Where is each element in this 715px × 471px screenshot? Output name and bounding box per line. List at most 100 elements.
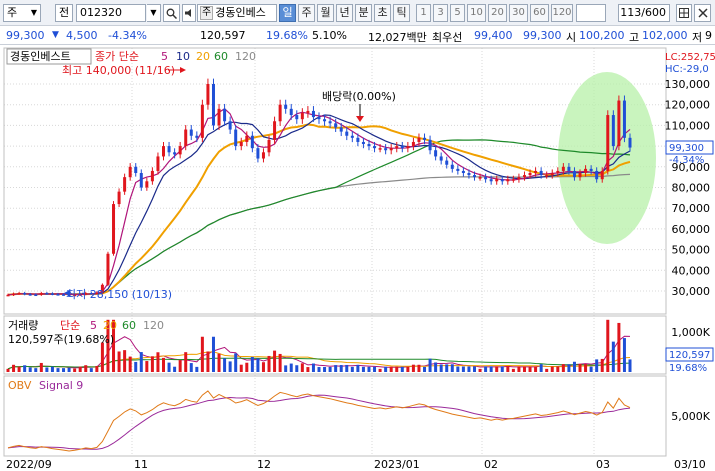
minute-custom-input[interactable] — [576, 4, 606, 22]
candle-body — [417, 137, 421, 142]
price-tick-label: 120,000 — [665, 99, 711, 112]
volume-bar — [584, 364, 588, 372]
minute-step-3[interactable]: 3 — [433, 4, 448, 22]
volume-bar — [50, 366, 54, 372]
candle-body — [561, 166, 565, 171]
stock-title: 경동인베스트 — [10, 50, 71, 63]
period-tab-second[interactable]: 초 — [374, 4, 391, 22]
candle-body — [139, 173, 143, 188]
search-button[interactable] — [163, 4, 180, 22]
candle-body — [134, 166, 138, 174]
minute-step-20[interactable]: 20 — [488, 4, 507, 22]
candle-body — [184, 129, 188, 147]
price-tick-label: 130,000 — [665, 78, 711, 91]
period-tab-month[interactable]: 월 — [317, 4, 334, 22]
stock-name-field[interactable]: 주 경동인베스 — [197, 4, 277, 22]
volume-bar — [295, 365, 299, 372]
volume-bar — [261, 362, 265, 372]
prev-button[interactable]: 전 — [55, 4, 73, 22]
code-dropdown-button[interactable]: ▼ — [147, 4, 161, 22]
volume-bar — [356, 364, 360, 372]
candle-body — [556, 170, 560, 174]
x-axis: 2022/09 11 12 2023/01 02 03 03/10 — [6, 458, 706, 471]
volume-bar — [473, 366, 476, 372]
volume-bar — [373, 366, 377, 372]
volume-bar — [528, 366, 532, 372]
volume-bar — [62, 368, 66, 372]
candle-body — [50, 293, 54, 295]
volume-bar — [434, 362, 438, 372]
candle-body — [550, 173, 554, 176]
volume-bar — [411, 364, 415, 372]
volume-bar — [345, 364, 349, 372]
ma-legend-20: 20 — [196, 50, 210, 63]
best-bid: 99,300 — [523, 29, 562, 42]
volume-bar — [56, 368, 60, 372]
candle-body — [128, 166, 132, 178]
candle-body — [300, 112, 304, 120]
sound-button[interactable] — [182, 4, 196, 22]
volume-bar — [534, 366, 538, 372]
volume-bar — [567, 364, 571, 372]
ma-legend-label: 종가 단순 — [95, 50, 139, 63]
minute-step-5[interactable]: 5 — [450, 4, 465, 22]
stock-type-select[interactable]: 주 ▼ — [3, 4, 41, 22]
candle-body — [112, 204, 116, 254]
close-button[interactable] — [694, 4, 711, 22]
volume-bar — [367, 366, 371, 372]
volume-bar — [478, 368, 482, 372]
candle-body — [378, 148, 382, 150]
volume-bar — [195, 366, 199, 372]
volume-bar — [511, 368, 515, 372]
volume-bar — [28, 367, 32, 372]
volume-bar — [317, 367, 321, 372]
volume-bar — [622, 338, 626, 372]
stock-code-input[interactable]: 012320 — [76, 4, 146, 22]
high-label: 고 — [629, 31, 640, 44]
obv-title: OBV — [8, 379, 32, 392]
candle-body — [384, 148, 388, 151]
candle-body — [223, 108, 227, 122]
volume-bar — [200, 336, 204, 372]
candle-body — [256, 148, 260, 159]
period-tab-tick[interactable]: 틱 — [393, 4, 410, 22]
volume-bar — [406, 366, 410, 372]
change-percent: -4.34% — [108, 29, 147, 42]
data-count-input[interactable]: 113/600 — [618, 4, 670, 22]
volume-bar — [456, 366, 460, 372]
price-tick-label: 50,000 — [672, 244, 711, 257]
change-value: 4,500 — [66, 29, 98, 42]
minute-step-10[interactable]: 10 — [467, 4, 486, 22]
close-icon — [697, 8, 708, 18]
candle-body — [311, 110, 315, 118]
minute-step-1[interactable]: 1 — [416, 4, 431, 22]
minute-step-30[interactable]: 30 — [509, 4, 528, 22]
stock-chart[interactable]: 130,000120,000110,000100,00090,00080,000… — [0, 46, 715, 471]
price-tick-label: 60,000 — [672, 223, 711, 236]
open-label: 시 — [566, 31, 577, 44]
volume-bar — [178, 360, 182, 372]
layout-button[interactable] — [676, 4, 692, 22]
period-tab-week[interactable]: 주 — [298, 4, 315, 22]
minute-step-120[interactable]: 120 — [551, 4, 573, 22]
volume-bar — [417, 364, 421, 372]
candle-body — [511, 179, 515, 181]
candle-body — [123, 177, 127, 192]
candle-body — [267, 139, 271, 153]
candle-body — [567, 166, 571, 171]
volume-bar — [611, 341, 615, 372]
period-tab-year[interactable]: 년 — [336, 4, 353, 22]
high-annotation: 최고 140,000 (11/16) — [62, 64, 175, 77]
volume-bar — [245, 362, 249, 372]
turnover-rate: 5.10% — [312, 29, 347, 42]
period-tab-day[interactable]: 일 — [279, 4, 296, 22]
minute-step-60[interactable]: 60 — [530, 4, 549, 22]
volume-bar — [572, 361, 576, 372]
candle-body — [178, 146, 182, 155]
candle-body — [395, 146, 399, 149]
period-tab-minute[interactable]: 분 — [355, 4, 372, 22]
price-info-bar: 99,300 ▼ 4,500 -4.34% 120,597 19.68% 5.1… — [0, 27, 715, 45]
volume-bar — [17, 366, 21, 372]
candle-body — [12, 293, 16, 296]
candle-body — [595, 170, 599, 180]
